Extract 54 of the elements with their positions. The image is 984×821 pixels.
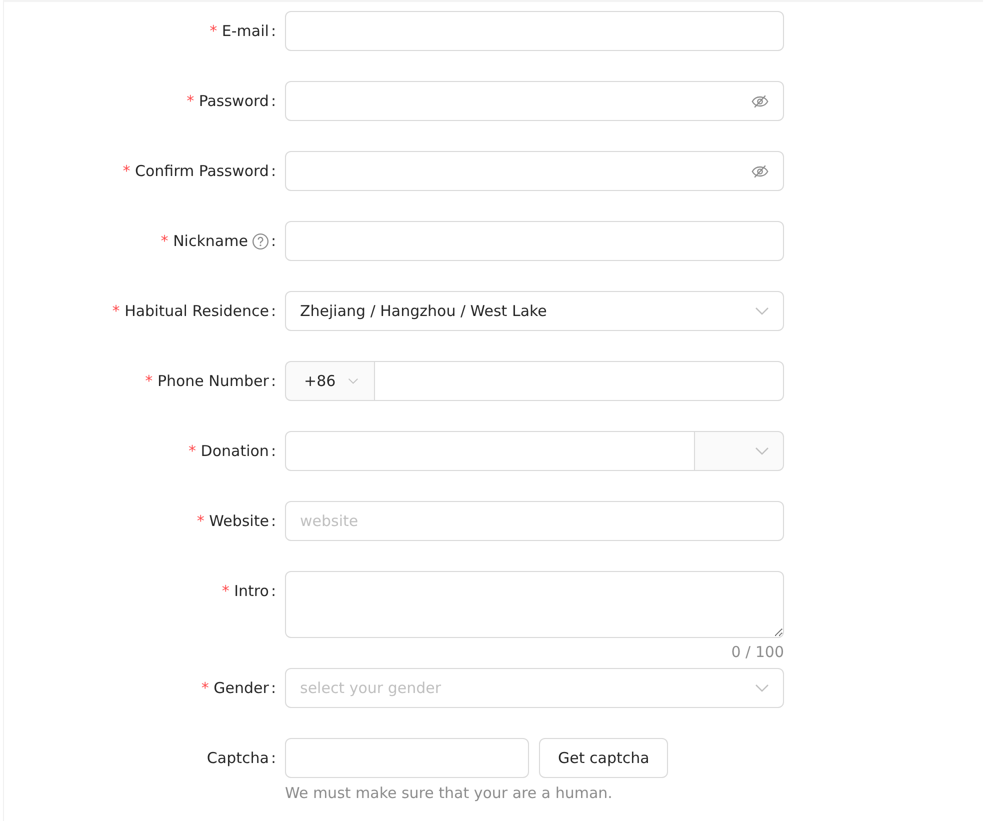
required-mark: * <box>200 679 210 697</box>
label-colon: : <box>270 512 276 530</box>
label-colon: : <box>270 442 276 460</box>
chevron-down-icon <box>755 307 769 315</box>
captcha-input[interactable] <box>285 738 529 778</box>
donation-input[interactable] <box>285 431 695 471</box>
required-mark: * <box>221 582 230 600</box>
eye-slash-icon[interactable] <box>751 94 769 108</box>
label-colon: : <box>270 22 276 40</box>
field-label: Habitual Residence <box>124 302 269 320</box>
field-label: Confirm Password <box>134 162 269 180</box>
chevron-down-icon <box>348 377 358 385</box>
chevron-down-icon <box>755 684 769 692</box>
password-input[interactable] <box>285 81 784 121</box>
field-label: Captcha <box>206 749 269 767</box>
required-mark: * <box>208 22 218 40</box>
help-text: We must make sure that your are a human. <box>285 783 614 804</box>
field-label: Nickname <box>173 232 248 250</box>
eye-slash-icon[interactable] <box>751 164 769 178</box>
label-colon: : <box>270 749 276 767</box>
country-code-select[interactable]: +86 <box>285 361 374 401</box>
required-mark: * <box>196 512 206 530</box>
help-icon[interactable] <box>252 232 269 250</box>
required-mark: * <box>188 442 197 460</box>
currency-select[interactable] <box>695 431 784 471</box>
text-input[interactable] <box>285 221 784 261</box>
text-input[interactable] <box>285 11 784 51</box>
get-captcha-button[interactable]: Get captcha <box>539 738 668 778</box>
required-mark: * <box>144 372 154 390</box>
field-label: Intro <box>234 582 269 600</box>
required-mark: * <box>122 162 131 180</box>
label-colon: : <box>270 162 276 180</box>
label-colon: : <box>270 582 276 600</box>
field-label: Password <box>198 92 269 110</box>
label-colon: : <box>270 92 276 110</box>
field-label: Phone Number <box>157 372 269 390</box>
required-mark: * <box>112 302 121 320</box>
field-label: Website <box>209 512 269 530</box>
phone-input[interactable] <box>374 361 784 401</box>
label-colon: : <box>270 302 276 320</box>
label-colon: : <box>270 679 276 697</box>
character-count: 0 / 100 <box>730 642 784 663</box>
required-mark: * <box>186 92 195 110</box>
select-field[interactable]: Zhejiang / Hangzhou / West Lake <box>285 291 784 331</box>
password-input[interactable] <box>285 151 784 191</box>
field-label: Gender <box>214 679 269 697</box>
required-mark: * <box>160 232 170 250</box>
text-input[interactable]: website <box>285 501 784 541</box>
label-colon: : <box>270 232 276 250</box>
field-label: Donation <box>200 442 269 460</box>
field-label: E-mail <box>222 22 269 40</box>
label-colon: : <box>270 372 276 390</box>
chevron-down-icon <box>755 447 769 455</box>
intro-textarea[interactable] <box>285 571 784 638</box>
